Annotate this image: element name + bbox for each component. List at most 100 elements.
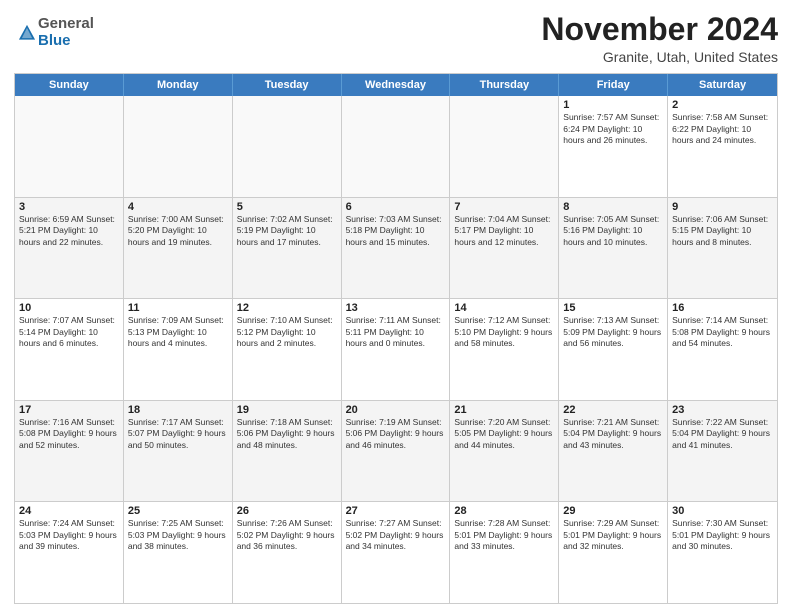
day-info: Sunrise: 7:25 AM Sunset: 5:03 PM Dayligh… — [128, 518, 228, 552]
cal-cell: 17Sunrise: 7:16 AM Sunset: 5:08 PM Dayli… — [15, 401, 124, 502]
day-number: 8 — [563, 201, 663, 213]
day-number: 9 — [672, 201, 773, 213]
day-info: Sunrise: 7:14 AM Sunset: 5:08 PM Dayligh… — [672, 315, 773, 349]
cal-cell: 18Sunrise: 7:17 AM Sunset: 5:07 PM Dayli… — [124, 401, 233, 502]
cal-cell: 27Sunrise: 7:27 AM Sunset: 5:02 PM Dayli… — [342, 502, 451, 603]
day-info: Sunrise: 7:20 AM Sunset: 5:05 PM Dayligh… — [454, 417, 554, 451]
day-number: 23 — [672, 404, 773, 416]
day-number: 5 — [237, 201, 337, 213]
day-number: 4 — [128, 201, 228, 213]
cal-cell: 19Sunrise: 7:18 AM Sunset: 5:06 PM Dayli… — [233, 401, 342, 502]
day-number: 27 — [346, 505, 446, 517]
day-number: 7 — [454, 201, 554, 213]
day-info: Sunrise: 7:58 AM Sunset: 6:22 PM Dayligh… — [672, 112, 773, 146]
day-info: Sunrise: 7:30 AM Sunset: 5:01 PM Dayligh… — [672, 518, 773, 552]
day-number: 13 — [346, 302, 446, 314]
day-info: Sunrise: 7:05 AM Sunset: 5:16 PM Dayligh… — [563, 214, 663, 248]
cal-cell: 28Sunrise: 7:28 AM Sunset: 5:01 PM Dayli… — [450, 502, 559, 603]
cal-cell: 22Sunrise: 7:21 AM Sunset: 5:04 PM Dayli… — [559, 401, 668, 502]
cal-cell: 30Sunrise: 7:30 AM Sunset: 5:01 PM Dayli… — [668, 502, 777, 603]
day-number: 16 — [672, 302, 773, 314]
day-number: 29 — [563, 505, 663, 517]
cal-cell: 21Sunrise: 7:20 AM Sunset: 5:05 PM Dayli… — [450, 401, 559, 502]
cal-cell: 16Sunrise: 7:14 AM Sunset: 5:08 PM Dayli… — [668, 299, 777, 400]
day-number: 21 — [454, 404, 554, 416]
day-info: Sunrise: 7:07 AM Sunset: 5:14 PM Dayligh… — [19, 315, 119, 349]
day-info: Sunrise: 7:21 AM Sunset: 5:04 PM Dayligh… — [563, 417, 663, 451]
cal-cell — [124, 96, 233, 197]
cal-cell: 11Sunrise: 7:09 AM Sunset: 5:13 PM Dayli… — [124, 299, 233, 400]
cal-cell: 14Sunrise: 7:12 AM Sunset: 5:10 PM Dayli… — [450, 299, 559, 400]
day-info: Sunrise: 7:17 AM Sunset: 5:07 PM Dayligh… — [128, 417, 228, 451]
cal-cell: 13Sunrise: 7:11 AM Sunset: 5:11 PM Dayli… — [342, 299, 451, 400]
cal-cell: 29Sunrise: 7:29 AM Sunset: 5:01 PM Dayli… — [559, 502, 668, 603]
day-number: 28 — [454, 505, 554, 517]
day-number: 14 — [454, 302, 554, 314]
day-number: 12 — [237, 302, 337, 314]
cal-cell: 25Sunrise: 7:25 AM Sunset: 5:03 PM Dayli… — [124, 502, 233, 603]
header: General Blue November 2024 Granite, Utah… — [14, 12, 778, 65]
cal-cell: 24Sunrise: 7:24 AM Sunset: 5:03 PM Dayli… — [15, 502, 124, 603]
cal-cell: 23Sunrise: 7:22 AM Sunset: 5:04 PM Dayli… — [668, 401, 777, 502]
day-number: 10 — [19, 302, 119, 314]
day-number: 2 — [672, 99, 773, 111]
cal-header-cell-thursday: Thursday — [450, 74, 559, 96]
calendar: SundayMondayTuesdayWednesdayThursdayFrid… — [14, 73, 778, 604]
page: General Blue November 2024 Granite, Utah… — [0, 0, 792, 612]
title-month: November 2024 — [541, 12, 778, 47]
day-info: Sunrise: 6:59 AM Sunset: 5:21 PM Dayligh… — [19, 214, 119, 248]
calendar-header-row: SundayMondayTuesdayWednesdayThursdayFrid… — [15, 74, 777, 96]
day-info: Sunrise: 7:19 AM Sunset: 5:06 PM Dayligh… — [346, 417, 446, 451]
day-info: Sunrise: 7:57 AM Sunset: 6:24 PM Dayligh… — [563, 112, 663, 146]
cal-header-cell-wednesday: Wednesday — [342, 74, 451, 96]
day-info: Sunrise: 7:18 AM Sunset: 5:06 PM Dayligh… — [237, 417, 337, 451]
cal-cell: 7Sunrise: 7:04 AM Sunset: 5:17 PM Daylig… — [450, 198, 559, 299]
cal-cell: 12Sunrise: 7:10 AM Sunset: 5:12 PM Dayli… — [233, 299, 342, 400]
day-number: 1 — [563, 99, 663, 111]
day-info: Sunrise: 7:27 AM Sunset: 5:02 PM Dayligh… — [346, 518, 446, 552]
cal-cell: 5Sunrise: 7:02 AM Sunset: 5:19 PM Daylig… — [233, 198, 342, 299]
cal-cell: 1Sunrise: 7:57 AM Sunset: 6:24 PM Daylig… — [559, 96, 668, 197]
cal-header-cell-tuesday: Tuesday — [233, 74, 342, 96]
day-info: Sunrise: 7:09 AM Sunset: 5:13 PM Dayligh… — [128, 315, 228, 349]
day-number: 19 — [237, 404, 337, 416]
cal-cell — [15, 96, 124, 197]
day-info: Sunrise: 7:02 AM Sunset: 5:19 PM Dayligh… — [237, 214, 337, 248]
cal-week-0: 1Sunrise: 7:57 AM Sunset: 6:24 PM Daylig… — [15, 96, 777, 197]
cal-header-cell-friday: Friday — [559, 74, 668, 96]
cal-header-cell-saturday: Saturday — [668, 74, 777, 96]
cal-cell: 3Sunrise: 6:59 AM Sunset: 5:21 PM Daylig… — [15, 198, 124, 299]
day-info: Sunrise: 7:06 AM Sunset: 5:15 PM Dayligh… — [672, 214, 773, 248]
day-number: 26 — [237, 505, 337, 517]
day-number: 15 — [563, 302, 663, 314]
day-info: Sunrise: 7:10 AM Sunset: 5:12 PM Dayligh… — [237, 315, 337, 349]
logo-blue: Blue — [38, 32, 71, 49]
cal-cell: 2Sunrise: 7:58 AM Sunset: 6:22 PM Daylig… — [668, 96, 777, 197]
logo-text: General Blue — [38, 16, 94, 49]
cal-week-3: 17Sunrise: 7:16 AM Sunset: 5:08 PM Dayli… — [15, 400, 777, 502]
day-info: Sunrise: 7:29 AM Sunset: 5:01 PM Dayligh… — [563, 518, 663, 552]
day-number: 30 — [672, 505, 773, 517]
cal-header-cell-sunday: Sunday — [15, 74, 124, 96]
day-number: 25 — [128, 505, 228, 517]
day-info: Sunrise: 7:13 AM Sunset: 5:09 PM Dayligh… — [563, 315, 663, 349]
cal-week-4: 24Sunrise: 7:24 AM Sunset: 5:03 PM Dayli… — [15, 501, 777, 603]
cal-week-1: 3Sunrise: 6:59 AM Sunset: 5:21 PM Daylig… — [15, 197, 777, 299]
cal-header-cell-monday: Monday — [124, 74, 233, 96]
cal-cell — [233, 96, 342, 197]
day-number: 22 — [563, 404, 663, 416]
cal-week-2: 10Sunrise: 7:07 AM Sunset: 5:14 PM Dayli… — [15, 298, 777, 400]
cal-cell — [342, 96, 451, 197]
title-location: Granite, Utah, United States — [541, 49, 778, 65]
logo-icon — [16, 22, 38, 44]
cal-cell: 26Sunrise: 7:26 AM Sunset: 5:02 PM Dayli… — [233, 502, 342, 603]
cal-cell — [450, 96, 559, 197]
day-info: Sunrise: 7:22 AM Sunset: 5:04 PM Dayligh… — [672, 417, 773, 451]
day-number: 17 — [19, 404, 119, 416]
day-info: Sunrise: 7:16 AM Sunset: 5:08 PM Dayligh… — [19, 417, 119, 451]
cal-cell: 4Sunrise: 7:00 AM Sunset: 5:20 PM Daylig… — [124, 198, 233, 299]
cal-cell: 10Sunrise: 7:07 AM Sunset: 5:14 PM Dayli… — [15, 299, 124, 400]
cal-cell: 20Sunrise: 7:19 AM Sunset: 5:06 PM Dayli… — [342, 401, 451, 502]
cal-cell: 8Sunrise: 7:05 AM Sunset: 5:16 PM Daylig… — [559, 198, 668, 299]
day-number: 3 — [19, 201, 119, 213]
